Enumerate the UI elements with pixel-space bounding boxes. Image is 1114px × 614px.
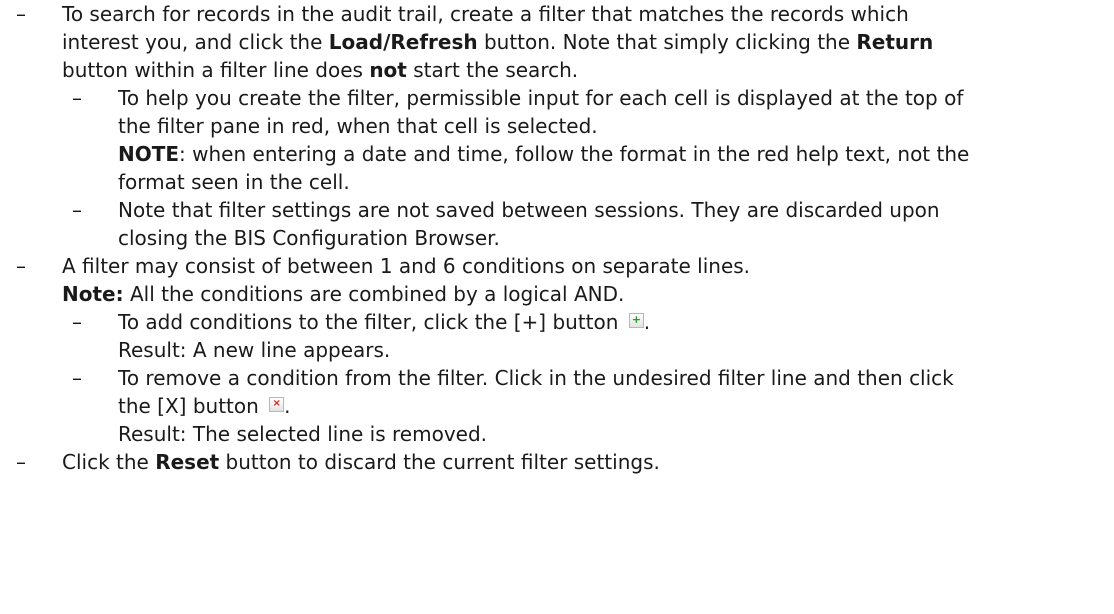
text-run: To remove a condition from the filter. C… [118, 366, 954, 390]
text-run: Click the [62, 450, 156, 474]
text-line: Click the Reset button to discard the cu… [62, 448, 1114, 476]
text-run: button within a filter line does [62, 58, 370, 82]
text-run: button to discard the current filter set… [219, 450, 660, 474]
document-body: – To search for records in the audit trai… [0, 0, 1114, 476]
text-line: To help you create the filter, permissib… [118, 84, 1114, 112]
list-item: – A filter may consist of between 1 and 6… [0, 252, 1114, 308]
sub-list-item: – To help you create the filter, permissi… [0, 84, 1114, 196]
text-run: . [284, 394, 291, 418]
text-line: Result: The selected line is removed. [118, 420, 1114, 448]
bullet-dash: – [16, 450, 26, 474]
text-run: . [643, 310, 651, 334]
text-run: : when entering a date and time, follow … [179, 142, 970, 166]
bullet-dash: – [72, 310, 82, 334]
text-run: the filter pane in red, when that cell i… [118, 114, 598, 138]
text-run: To help you create the filter, permissib… [118, 86, 964, 110]
text-line: Note: All the conditions are combined by… [62, 280, 1114, 308]
text-run: start the search. [406, 58, 579, 82]
bold-text: Return [856, 30, 934, 54]
bold-text: NOTE [118, 142, 180, 166]
list-item: – To search for records in the audit trai… [0, 0, 1114, 84]
text-run: interest you, and click the [62, 30, 329, 54]
bold-text: Reset [155, 450, 220, 474]
text-line: NOTE: when entering a date and time, fol… [118, 140, 1114, 168]
text-line: interest you, and click the Load/Refresh… [62, 28, 1114, 56]
text-line: the filter pane in red, when that cell i… [118, 112, 1114, 140]
text-line: A filter may consist of between 1 and 6 … [62, 252, 1114, 280]
text-line: closing the BIS Configuration Browser. [118, 224, 1114, 252]
bullet-dash: – [72, 86, 82, 110]
bullet-dash: – [16, 254, 26, 278]
text-line: button within a filter line does not sta… [62, 56, 1114, 84]
text-run: A filter may consist of between 1 and 6 … [62, 254, 751, 278]
text-line: To remove a condition from the filter. C… [118, 364, 1114, 392]
text-line: the [X] button ×. [118, 392, 1114, 420]
text-run: Result: A new line appears. [118, 338, 391, 362]
text-run: format seen in the cell. [118, 170, 350, 194]
plus-button-icon: + [628, 313, 644, 328]
list-item: – Click the Reset button to discard the c… [0, 448, 1114, 476]
bullet-dash: – [72, 366, 82, 390]
text-run: To search for records in the audit trail… [62, 2, 909, 26]
text-line: To search for records in the audit trail… [62, 0, 1114, 28]
text-line: format seen in the cell. [118, 168, 1114, 196]
text-line: Note that filter settings are not saved … [118, 196, 1114, 224]
text-run: Result: The selected line is removed. [118, 422, 488, 446]
text-run: closing the BIS Configuration Browser. [118, 226, 500, 250]
text-run: All the conditions are combined by a log… [123, 282, 625, 306]
bold-text: not [369, 58, 407, 82]
text-run: button. Note that simply clicking the [477, 30, 857, 54]
bullet-dash: – [16, 2, 26, 26]
bold-text: Note: [62, 282, 124, 306]
text-run: To add conditions to the filter, click t… [118, 310, 625, 334]
sub-list-item: – To add conditions to the filter, click … [0, 308, 1114, 364]
bullet-dash: – [72, 198, 82, 222]
sub-list-item: – Note that filter settings are not saved… [0, 196, 1114, 252]
bold-text: Load/Refresh [328, 30, 478, 54]
x-button-icon: × [269, 397, 285, 412]
sub-list-item: – To remove a condition from the filter. … [0, 364, 1114, 448]
text-run: the [X] button [118, 394, 266, 418]
text-line: Result: A new line appears. [118, 336, 1114, 364]
text-run: Note that filter settings are not saved … [118, 198, 940, 222]
text-line: To add conditions to the filter, click t… [118, 308, 1114, 336]
